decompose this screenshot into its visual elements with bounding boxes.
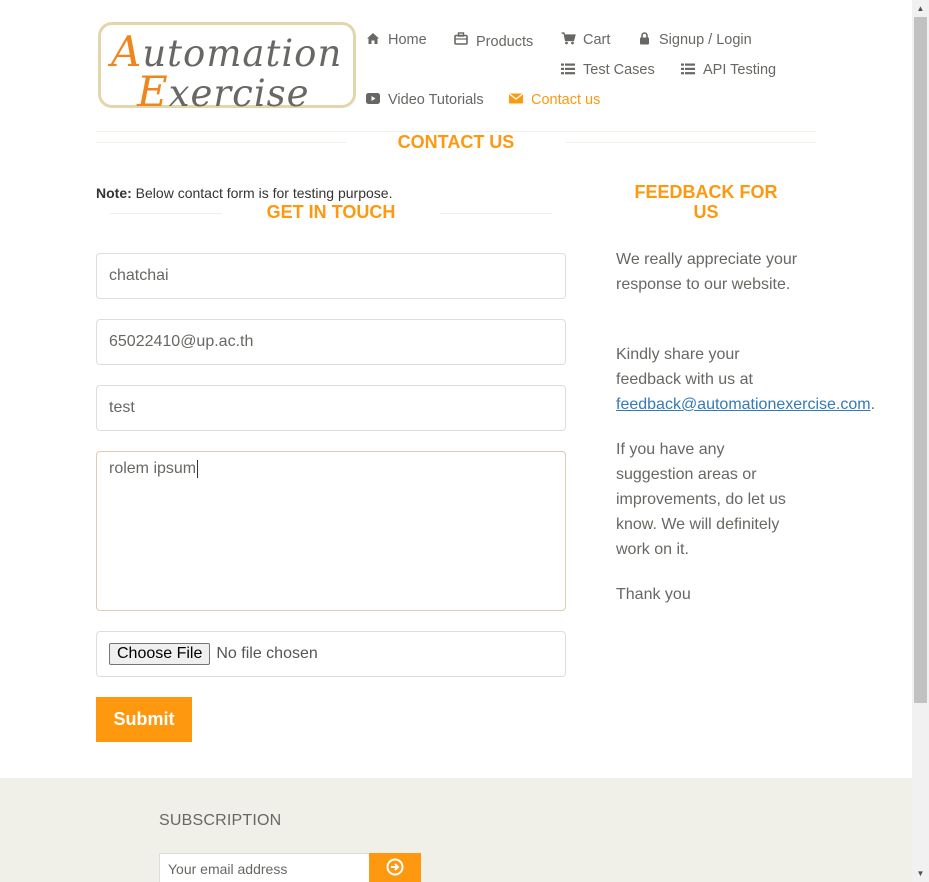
- logo-line-exercise: Exercise: [137, 67, 310, 116]
- page-title: CONTACT US: [397, 132, 515, 152]
- nav-home[interactable]: Home: [366, 32, 427, 48]
- nav-products-label: Products: [476, 34, 534, 50]
- nav-contact-us[interactable]: Contact us: [509, 92, 600, 108]
- envelope-icon: [509, 93, 523, 107]
- feedback-paragraph-3: If you have any suggestion areas or impr…: [616, 441, 786, 558]
- title-line-right: [566, 142, 816, 143]
- nav-api-testing-label: API Testing: [703, 62, 777, 78]
- feedback-title: FEEDBACK FOR US: [634, 182, 778, 222]
- nav-test-cases[interactable]: Test Cases: [561, 62, 655, 78]
- subscription-title: SUBSCRIPTION: [159, 812, 282, 829]
- nav-api-testing[interactable]: API Testing: [681, 62, 776, 78]
- feedback-paragraph-4: Thank you: [616, 586, 691, 603]
- scroll-down-arrow-icon[interactable]: ▼: [912, 865, 929, 882]
- subscribe-button[interactable]: [369, 853, 421, 882]
- scrollbar-thumb[interactable]: [914, 17, 927, 703]
- nav-cart[interactable]: Cart: [561, 32, 610, 48]
- feedback-paragraph-1: We really appreciate your response to ou…: [616, 251, 798, 293]
- list-icon: [681, 63, 695, 78]
- title-line-left: [110, 213, 222, 214]
- nav-contact-label: Contact us: [531, 92, 601, 108]
- nav-signup-label: Signup / Login: [659, 32, 752, 48]
- form-note: Note: Below contact form is for testing …: [96, 185, 393, 201]
- name-input[interactable]: chatchai: [96, 253, 566, 299]
- page: Automation Exercise Home Products Cart S…: [0, 0, 912, 882]
- nav-video-tutorials[interactable]: Video Tutorials: [366, 92, 484, 108]
- nav-test-cases-label: Test Cases: [583, 62, 655, 78]
- nav-video-label: Video Tutorials: [388, 92, 484, 108]
- subject-input[interactable]: test: [96, 385, 566, 431]
- home-icon: [366, 32, 380, 48]
- subscribe-email-input[interactable]: Your email address: [159, 853, 370, 882]
- choose-file-button[interactable]: Choose File: [109, 643, 211, 665]
- scroll-up-arrow-icon[interactable]: ▲: [912, 0, 929, 17]
- feedback-paragraph-2: Kindly share your feedback with us at fe…: [616, 346, 876, 413]
- circle-arrow-right-icon: [386, 858, 404, 881]
- nav-cart-label: Cart: [583, 32, 611, 48]
- file-status: No file chosen: [216, 645, 318, 662]
- nav-products[interactable]: Products: [454, 32, 534, 50]
- message-textarea[interactable]: rolem ipsum: [96, 451, 566, 611]
- nav-signup-login[interactable]: Signup / Login: [637, 32, 752, 48]
- footer-divider: [82, 776, 830, 778]
- title-line-left: [96, 142, 346, 143]
- get-in-touch-title: GET IN TOUCH: [266, 202, 396, 222]
- briefcase-icon: [454, 32, 468, 48]
- text-caret: [197, 460, 199, 478]
- feedback-email-link[interactable]: feedback@automationexercise.com: [616, 396, 871, 413]
- site-logo[interactable]: Automation Exercise: [98, 22, 356, 116]
- youtube-play-icon: [366, 93, 380, 107]
- cart-icon: [561, 32, 576, 48]
- lock-icon: [637, 32, 651, 48]
- title-line-right: [440, 213, 552, 214]
- list-icon: [561, 63, 575, 78]
- submit-button[interactable]: Submit: [96, 697, 192, 742]
- footer: [0, 778, 912, 882]
- nav-home-label: Home: [388, 32, 427, 48]
- file-upload-field[interactable]: Choose File No file chosen: [96, 631, 566, 677]
- email-input[interactable]: 65022410@up.ac.th: [96, 319, 566, 365]
